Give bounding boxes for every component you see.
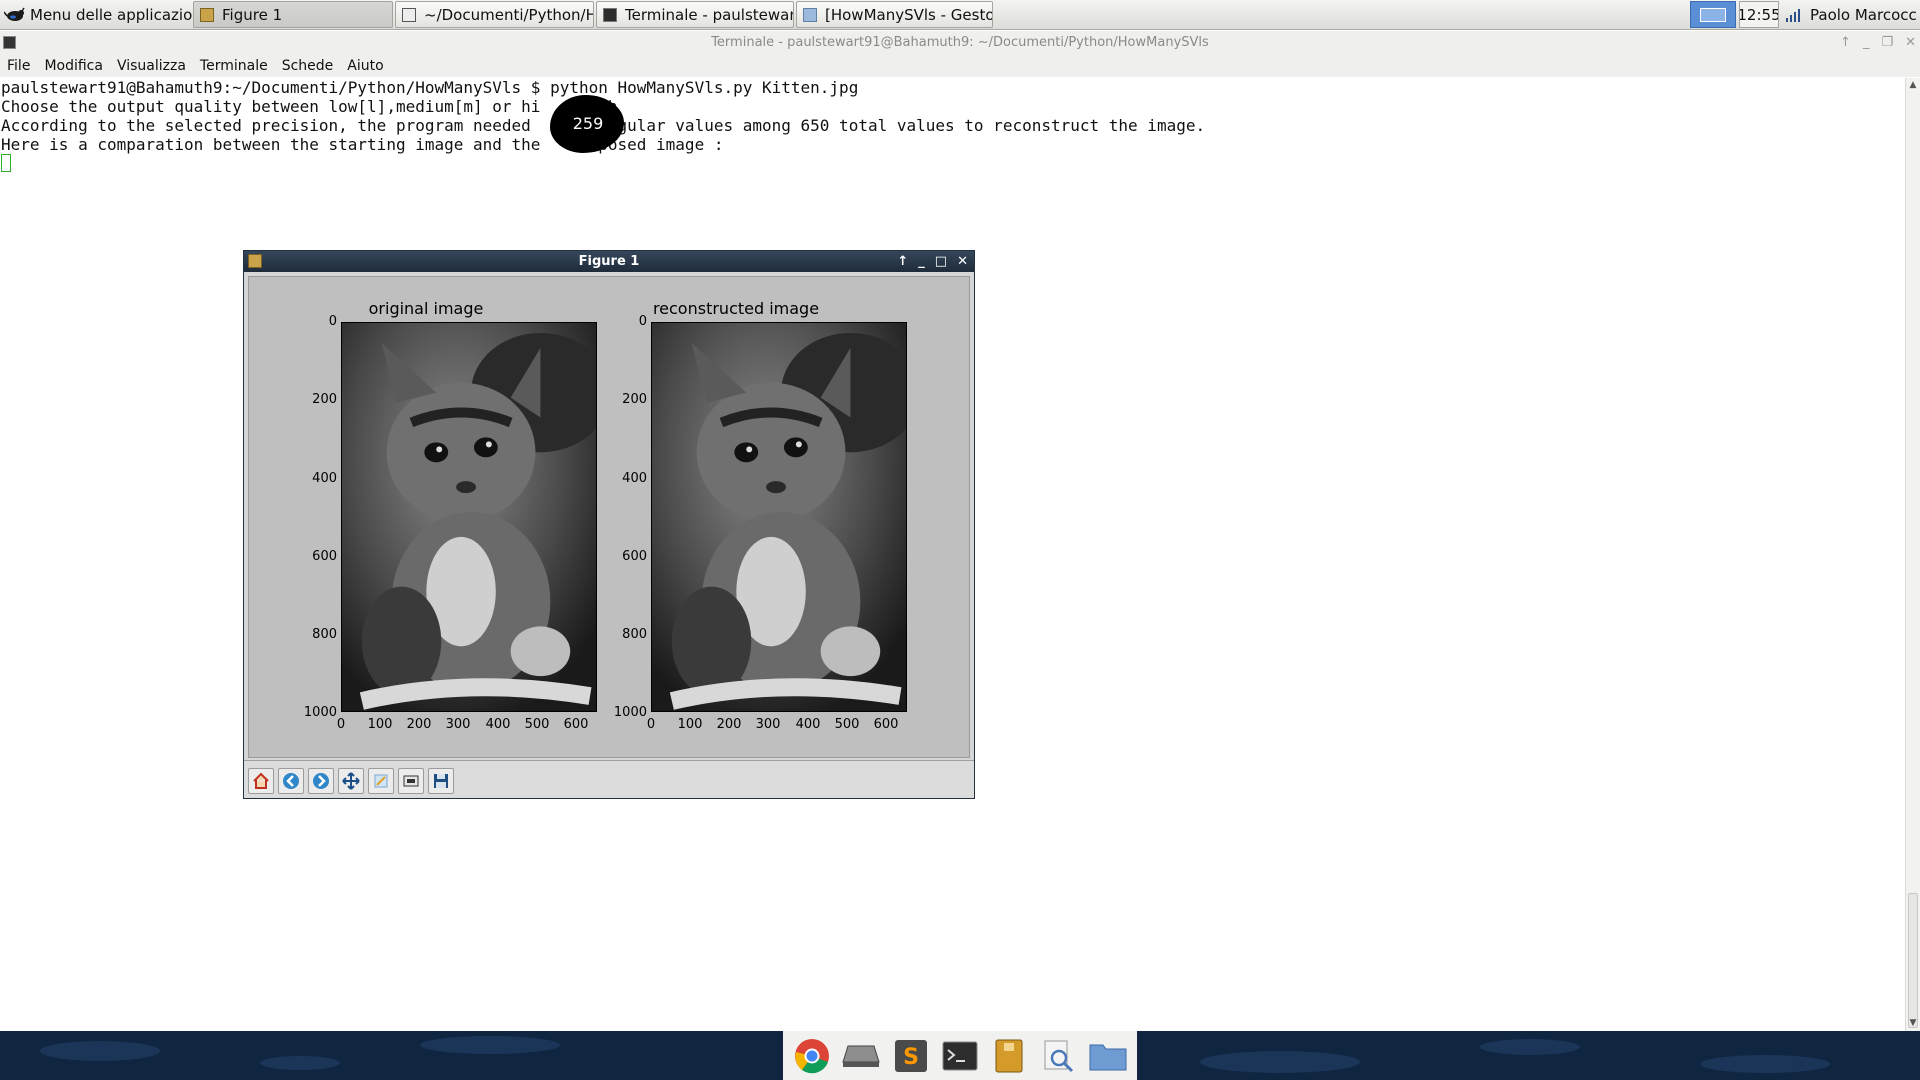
window-shade-icon[interactable]: ↑ [1840, 31, 1851, 55]
workspace-icon [1700, 7, 1726, 22]
x-tick-label: 300 [755, 717, 781, 732]
menu-file[interactable]: File [7, 58, 30, 74]
configure-subplots-icon[interactable] [398, 768, 424, 794]
scroll-down-icon[interactable]: ▼ [1908, 1018, 1918, 1028]
terminal-menubar: File Modifica Visualizza Terminale Sched… [0, 55, 1920, 77]
terminal-line: Choose the output quality between low[l]… [1, 97, 618, 116]
chrome-icon[interactable] [793, 1037, 831, 1075]
task-label: [HowManySVls - Gestor... [825, 5, 992, 24]
taskbar-item-file-manager[interactable]: [HowManySVls - Gestor... [796, 1, 993, 28]
workspace-switcher[interactable] [1690, 1, 1736, 28]
x-tick-label: 600 [563, 717, 589, 732]
y-tick-label: 400 [622, 471, 647, 486]
maximize-icon[interactable]: ❐ [1881, 31, 1893, 55]
terminal-window-icon[interactable] [3, 36, 16, 49]
y-tick-label: 600 [622, 549, 647, 564]
y-tick-label: 200 [312, 392, 337, 407]
terminal-window-title: Terminale - paulstewart91@Bahamuth9: ~/D… [711, 35, 1209, 50]
archive-icon[interactable] [990, 1037, 1028, 1075]
top-panel: Menu delle applicazioni Figure 1 ~/Docum… [0, 0, 1920, 30]
figure-window[interactable]: Figure 1 ↑ _ □ ✕ original image reconstr… [243, 250, 975, 799]
figure-title: Figure 1 [578, 254, 640, 269]
x-tick-label: 200 [716, 717, 742, 732]
task-label: Figure 1 [222, 5, 283, 24]
minimize-icon[interactable]: _ [918, 251, 925, 272]
app-menu-button[interactable]: Menu delle applicazioni [4, 1, 192, 28]
terminal-scrollbar[interactable]: ▲ ▼ [1905, 78, 1920, 1031]
y-tick-label: 200 [622, 392, 647, 407]
xfce-mouse-icon [4, 7, 25, 21]
pan-icon[interactable] [338, 768, 364, 794]
menu-terminale[interactable]: Terminale [200, 58, 268, 74]
task-label: Terminale - paulstewart... [625, 5, 794, 24]
terminal-icon[interactable] [941, 1037, 979, 1075]
sublime-text-icon[interactable]: S [892, 1037, 930, 1075]
x-tick-label: 100 [677, 717, 703, 732]
folder-icon [803, 7, 817, 22]
subplot-title: original image [368, 299, 484, 318]
x-tick-label: 0 [646, 717, 656, 732]
close-icon[interactable]: ✕ [957, 251, 968, 272]
original-image [341, 322, 597, 712]
y-tick-label: 800 [622, 627, 647, 642]
terminal-cursor [1, 154, 11, 172]
user-menu[interactable]: Paolo Marcoccia [1810, 1, 1918, 28]
figure-titlebar[interactable]: Figure 1 ↑ _ □ ✕ [244, 251, 974, 272]
drive-icon[interactable] [842, 1037, 880, 1075]
x-tick-label: 500 [524, 717, 550, 732]
subplot-title: reconstructed image [652, 299, 820, 318]
menu-aiuto[interactable]: Aiuto [347, 58, 383, 74]
menu-schede[interactable]: Schede [282, 58, 334, 74]
taskbar-item-text-editor[interactable]: ~/Documenti/Python/Ho... [395, 1, 594, 28]
figure-toolbar [244, 760, 974, 798]
clock[interactable]: 12:55 [1739, 1, 1779, 28]
x-tick-label: 100 [367, 717, 393, 732]
svg-text:S: S [903, 1045, 919, 1070]
terminal-titlebar: Terminale - paulstewart91@Bahamuth9: ~/D… [0, 31, 1920, 55]
dock: S [783, 1031, 1137, 1080]
save-icon[interactable] [428, 768, 454, 794]
taskbar-item-terminal[interactable]: Terminale - paulstewart... [596, 1, 794, 28]
task-label: ~/Documenti/Python/Ho... [424, 5, 593, 24]
scroll-thumb[interactable] [1908, 893, 1918, 1028]
app-menu-label: Menu delle applicazioni [30, 5, 192, 24]
maximize-icon[interactable]: □ [935, 251, 947, 272]
x-tick-label: 0 [336, 717, 346, 732]
y-tick-label: 600 [312, 549, 337, 564]
x-tick-label: 400 [795, 717, 821, 732]
network-signal-icon[interactable] [1783, 1, 1803, 28]
back-icon[interactable] [278, 768, 304, 794]
x-tick-label: 500 [834, 717, 860, 732]
close-icon[interactable]: ✕ [1905, 31, 1916, 55]
x-tick-label: 300 [445, 717, 471, 732]
y-tick-label: 0 [638, 314, 647, 329]
y-tick-label: 800 [312, 627, 337, 642]
text-editor-icon [402, 7, 416, 22]
files-icon[interactable] [1089, 1037, 1127, 1075]
scroll-up-icon[interactable]: ▲ [1908, 80, 1918, 90]
figure-icon [200, 7, 214, 22]
matplotlib-icon[interactable] [248, 254, 262, 268]
minimize-icon[interactable]: _ [1863, 31, 1870, 55]
y-tick-label: 400 [312, 471, 337, 486]
window-shade-icon[interactable]: ↑ [897, 251, 908, 272]
terminal-line: paulstewart91@Bahamuth9:~/Documenti/Pyth… [1, 78, 859, 97]
annotation-value: 259 [572, 114, 604, 133]
terminal-icon [603, 7, 617, 22]
x-tick-label: 600 [873, 717, 899, 732]
reconstructed-image [651, 322, 907, 712]
search-icon[interactable] [1040, 1037, 1078, 1075]
y-tick-label: 0 [328, 314, 337, 329]
forward-icon[interactable] [308, 768, 334, 794]
taskbar-item-figure[interactable]: Figure 1 [193, 1, 393, 28]
x-tick-label: 200 [406, 717, 432, 732]
menu-visualizza[interactable]: Visualizza [117, 58, 186, 74]
zoom-icon[interactable] [368, 768, 394, 794]
x-tick-label: 400 [485, 717, 511, 732]
home-icon[interactable] [248, 768, 274, 794]
figure-canvas[interactable]: original image reconstructed image 0 200… [248, 276, 970, 758]
menu-modifica[interactable]: Modifica [44, 58, 103, 74]
